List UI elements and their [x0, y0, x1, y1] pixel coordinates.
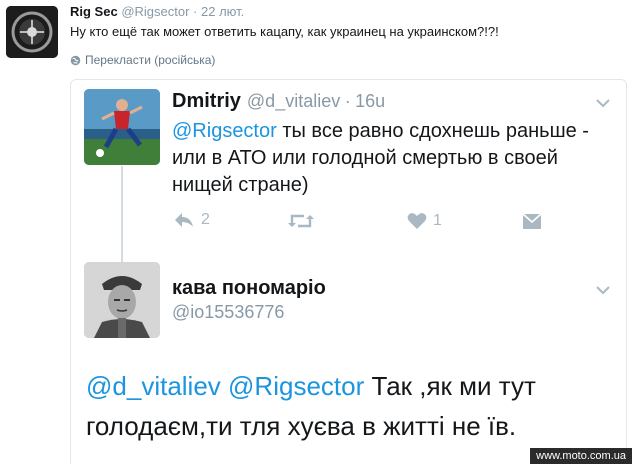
tweet-header: Rig Sec @Rigsector · 22 лют.: [70, 4, 244, 19]
chevron-down-icon[interactable]: [595, 98, 611, 108]
retweet-icon: [288, 214, 314, 228]
chevron-down-icon[interactable]: [595, 285, 611, 295]
quoted-card[interactable]: Dmitriy @d_vitaliev · 16u @Rigsector ты в…: [70, 79, 627, 464]
like-count: 1: [433, 212, 442, 229]
globe-icon: [70, 55, 81, 69]
message-button[interactable]: [522, 213, 542, 230]
answer-text: @d_vitaliev @Rigsector Так ,як ми тут го…: [86, 366, 626, 446]
author-handle[interactable]: @d_vitaliev: [247, 91, 340, 111]
avatar[interactable]: [6, 6, 58, 58]
reply-icon: [175, 213, 193, 227]
author-name[interactable]: Dmitriy: [172, 90, 241, 112]
author-name[interactable]: кава пономаріо: [172, 277, 326, 300]
separator: ·: [193, 4, 198, 19]
mention-link[interactable]: @d_vitaliev: [86, 371, 221, 401]
reply-header: Dmitriy @d_vitaliev · 16u: [172, 90, 385, 113]
author-handle[interactable]: @io15536776: [172, 302, 284, 323]
reply-button[interactable]: 2: [173, 211, 210, 229]
retweet-button[interactable]: [288, 213, 314, 229]
tweet-time[interactable]: 16u: [355, 91, 385, 111]
tweet-time[interactable]: 22 лют.: [201, 4, 244, 19]
tweet-text: Ну кто ещё так может ответить кацапу, ка…: [70, 24, 499, 39]
author-name[interactable]: Rig Sec: [70, 4, 118, 19]
translate-label: Перекласти (російська): [85, 53, 216, 67]
mention-link[interactable]: @Rigsector: [228, 371, 364, 401]
reply-count: 2: [201, 211, 210, 228]
watermark: www.moto.com.ua: [530, 448, 632, 464]
author-handle[interactable]: @Rigsector: [121, 4, 189, 19]
reply-text: @Rigsector ты все равно сдохнешь раньше …: [172, 118, 602, 199]
avatar[interactable]: [84, 89, 160, 165]
heart-icon: [407, 213, 427, 229]
separator: ·: [344, 91, 351, 111]
envelope-icon: [522, 213, 542, 229]
like-button[interactable]: 1: [407, 212, 442, 230]
translate-link[interactable]: Перекласти (російська): [70, 53, 215, 69]
mention-link[interactable]: @Rigsector: [172, 120, 277, 142]
avatar[interactable]: [84, 262, 160, 338]
